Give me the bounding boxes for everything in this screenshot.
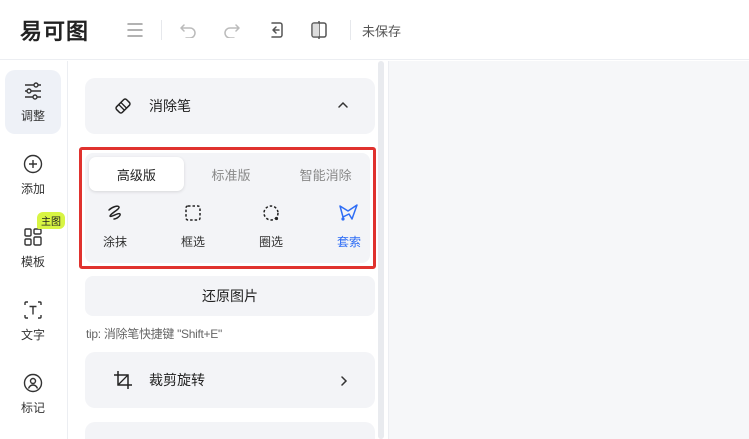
template-badge: 主图 xyxy=(37,212,65,229)
text-icon xyxy=(24,300,42,319)
menu-button[interactable] xyxy=(123,18,147,42)
undo-icon xyxy=(180,24,196,38)
rail-label: 调整 xyxy=(20,108,45,123)
rect-select-icon xyxy=(185,205,201,221)
save-status: 未保存 xyxy=(362,24,402,39)
tool-circle-select[interactable]: 圈选 xyxy=(246,201,296,257)
eraser-tools-panel: 高级版 标准版 智能消除 涂抹 框选 圈选 套索 xyxy=(85,153,370,263)
brush-icon xyxy=(108,205,121,220)
tool-rect-select[interactable]: 框选 xyxy=(168,201,218,257)
rail-item-marker[interactable]: 标记 xyxy=(5,362,61,426)
rail-label: 添加 xyxy=(20,181,45,196)
compare-icon xyxy=(311,21,327,39)
shortcut-tip: tip: 消除笔快捷键 "Shift+E" xyxy=(86,325,222,342)
rail-item-adjust[interactable]: 调整 xyxy=(5,70,61,134)
tip-text: 消除笔快捷键 "Shift+E" xyxy=(100,327,222,341)
top-bar: 易可图 未保存 xyxy=(0,0,749,60)
template-grid-icon xyxy=(24,227,42,246)
reset-button[interactable] xyxy=(264,18,288,42)
crop-card[interactable]: 裁剪旋转 xyxy=(85,352,375,408)
redo-icon xyxy=(224,24,240,38)
tool-brush[interactable]: 涂抹 xyxy=(90,201,140,257)
eraser-tool-box: 高级版 标准版 智能消除 涂抹 框选 圈选 套索 xyxy=(79,147,376,269)
tip-prefix: tip: xyxy=(86,327,101,341)
undo-button[interactable] xyxy=(176,18,200,42)
tool-label: 套索 xyxy=(336,235,361,249)
chevron-right-icon[interactable] xyxy=(339,375,349,387)
chevron-up-icon[interactable] xyxy=(337,100,349,110)
menu-icon xyxy=(127,23,143,37)
crop-card-title: 裁剪旋转 xyxy=(149,372,205,388)
lasso-icon xyxy=(339,204,358,221)
redo-button[interactable] xyxy=(220,18,244,42)
eraser-icon xyxy=(115,98,131,114)
eraser-card-header[interactable]: 消除笔 xyxy=(85,78,375,134)
tab-standard[interactable]: 标准版 xyxy=(184,157,279,191)
tab-advanced[interactable]: 高级版 xyxy=(89,157,184,191)
crop-card-header[interactable]: 裁剪旋转 xyxy=(85,352,375,408)
plus-circle-icon xyxy=(23,154,43,173)
tool-label: 圈选 xyxy=(258,235,283,249)
tab-smart-erase[interactable]: 智能消除 xyxy=(278,157,373,191)
rail-label: 标记 xyxy=(20,400,45,415)
logo-text: 易可图 xyxy=(20,20,90,45)
tool-lasso[interactable]: 套索 xyxy=(324,201,374,257)
toolbar-divider xyxy=(350,20,351,40)
rail-label: 文字 xyxy=(20,327,45,342)
toolbar-divider xyxy=(161,20,162,40)
restore-image-button[interactable]: 还原图片 xyxy=(85,276,375,316)
tool-label: 涂抹 xyxy=(102,235,127,249)
eraser-mode-tabs: 高级版 标准版 智能消除 xyxy=(89,157,373,191)
sliders-icon xyxy=(25,81,41,100)
next-card[interactable] xyxy=(85,422,375,439)
circle-select-icon xyxy=(263,205,279,221)
panel-scrollbar[interactable] xyxy=(378,61,384,439)
reset-icon xyxy=(271,22,283,38)
crop-icon xyxy=(114,371,132,389)
app-logo[interactable]: 易可图 xyxy=(20,16,90,45)
eraser-card-title: 消除笔 xyxy=(149,98,191,114)
tool-label: 框选 xyxy=(180,235,205,249)
rail-label: 模板 xyxy=(20,254,45,269)
rail-item-add[interactable]: 添加 xyxy=(5,143,61,207)
marker-icon xyxy=(23,373,43,392)
compare-button[interactable] xyxy=(307,18,331,42)
canvas-area[interactable] xyxy=(388,61,749,439)
eraser-card[interactable]: 消除笔 xyxy=(85,78,375,134)
rail-item-text[interactable]: 文字 xyxy=(5,289,61,353)
eraser-tool-row: 涂抹 框选 圈选 套索 xyxy=(85,201,375,261)
